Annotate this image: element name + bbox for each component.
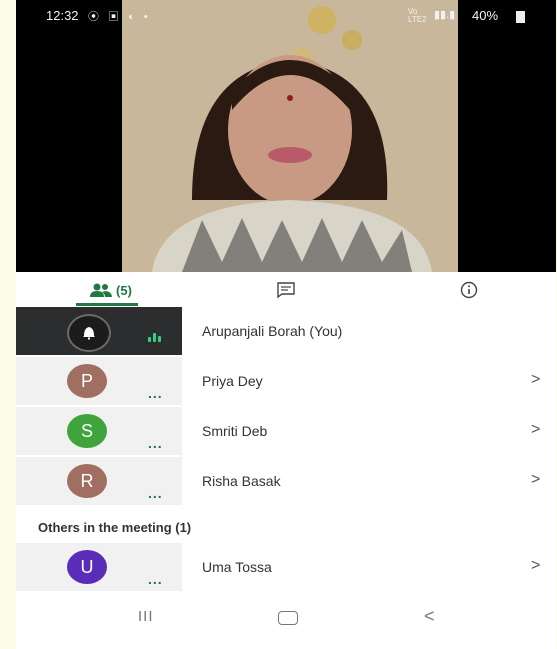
- avatar: P: [67, 364, 107, 398]
- participant-video-feed[interactable]: [122, 0, 458, 272]
- status-network-label: Vo LTE2: [408, 7, 427, 24]
- avatar: U: [67, 550, 107, 584]
- status-time: 12:32: [46, 8, 79, 23]
- recent-apps-button[interactable]: III: [138, 608, 154, 625]
- participant-tile: [16, 307, 182, 355]
- others-heading: Others in the meeting (1): [38, 520, 192, 535]
- people-count: (5): [116, 282, 132, 298]
- participant-row[interactable]: U ... Uma Tossa >: [16, 543, 556, 593]
- home-button[interactable]: [278, 611, 298, 625]
- participant-name: Uma Tossa: [202, 559, 272, 575]
- participant-name: Risha Basak: [202, 473, 281, 489]
- tab-chat[interactable]: [271, 276, 301, 304]
- tab-people[interactable]: (5): [76, 276, 146, 304]
- status-battery: 40%: [472, 8, 499, 23]
- battery-icon: [516, 11, 525, 23]
- speaking-indicator-icon: [148, 333, 161, 342]
- participant-row[interactable]: R ... Risha Basak >: [16, 457, 556, 507]
- status-notification-icons: ⦿ ▣ ◐ •: [88, 11, 151, 23]
- participant-row[interactable]: Arupanjali Borah (You): [16, 307, 556, 357]
- people-icon: [90, 283, 113, 297]
- participant-tile: P ...: [16, 357, 182, 405]
- participant-tile: U ...: [16, 543, 182, 591]
- more-options-icon: ...: [148, 435, 163, 451]
- back-button[interactable]: <: [424, 606, 435, 627]
- participant-name: Arupanjali Borah (You): [202, 323, 343, 339]
- video-area: 12:32 ⦿ ▣ ◐ • Vo LTE2 ▮▮.▮ 40%: [16, 0, 556, 272]
- system-nav-bar: III <: [16, 598, 556, 638]
- participant-row[interactable]: P ... Priya Dey >: [16, 357, 556, 407]
- chevron-right-icon[interactable]: >: [531, 421, 540, 439]
- signal-icon: ▮▮.▮: [434, 9, 456, 21]
- participant-name: Smriti Deb: [202, 423, 268, 439]
- tab-info[interactable]: [454, 276, 484, 304]
- more-options-icon: ...: [148, 571, 163, 587]
- status-bar: 12:32 ⦿ ▣ ◐ • Vo LTE2 ▮▮.▮ 40%: [16, 0, 556, 30]
- more-options-icon: ...: [148, 485, 163, 501]
- participant-row[interactable]: S ... Smriti Deb >: [16, 407, 556, 457]
- participant-tile: R ...: [16, 457, 182, 505]
- chat-icon: [277, 282, 295, 298]
- chevron-right-icon[interactable]: >: [531, 557, 540, 575]
- avatar: S: [67, 414, 107, 448]
- chevron-right-icon[interactable]: >: [531, 471, 540, 489]
- chevron-right-icon[interactable]: >: [531, 371, 540, 389]
- notification-bell-icon: [83, 327, 95, 340]
- more-options-icon: ...: [148, 385, 163, 401]
- meeting-screen: 12:32 ⦿ ▣ ◐ • Vo LTE2 ▮▮.▮ 40% (5) Arupa…: [16, 0, 556, 649]
- info-icon: [460, 281, 478, 299]
- avatar: [67, 314, 111, 352]
- participant-name: Priya Dey: [202, 373, 263, 389]
- participant-video-image: [122, 0, 458, 272]
- active-tab-indicator: [76, 303, 138, 306]
- meeting-tabs: (5): [16, 276, 556, 306]
- participant-tile: S ...: [16, 407, 182, 455]
- avatar: R: [67, 464, 107, 498]
